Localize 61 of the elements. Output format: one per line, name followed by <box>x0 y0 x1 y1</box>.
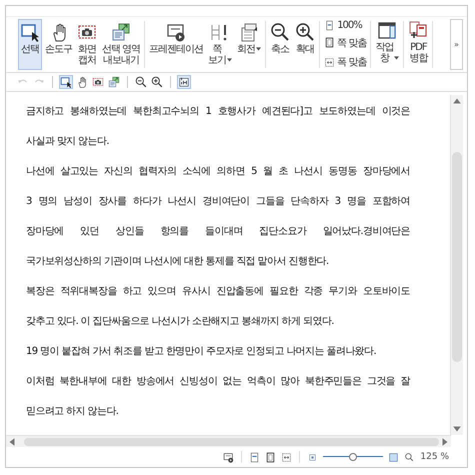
text-line: 금지하고 봉쇄하였는데 북한최고수뇌의 1 호행사가 예견된다]고 보도하였는데 이것은 <box>26 105 410 119</box>
zoom-max-icon[interactable] <box>388 452 400 462</box>
ribbon-button[interactable]: 쪽 보기 <box>206 19 234 70</box>
pdf-merge-icon <box>408 20 428 40</box>
scroll-down-icon[interactable] <box>452 424 462 434</box>
ribbon-button[interactable]: 프레젠테이션 <box>147 19 206 70</box>
scroll-up-icon[interactable] <box>452 96 462 106</box>
zoom-option[interactable]: 폭 맞춤 <box>322 55 368 70</box>
ribbon-button[interactable]: 화면 캡처 <box>75 19 99 70</box>
export-icon[interactable] <box>107 75 121 89</box>
camera-icon[interactable] <box>91 75 105 89</box>
width-icon <box>324 56 336 68</box>
ribbon-button[interactable]: PDF 병합 <box>406 17 430 72</box>
scroll-thumb[interactable] <box>24 438 439 446</box>
text-line: 이처럼 북한내부에 대한 방송에서 신빙성이 없는 억측이 많아 북한주민들은 그것을 잘 <box>26 375 410 389</box>
fit-icon[interactable] <box>177 75 191 89</box>
zoom-option[interactable]: 100% <box>322 20 368 31</box>
text-line: 갖추고 있다. 이 집단싸움으로 나선시가 소란해지고 봉쇄까지 하게 되였다. <box>26 315 335 329</box>
page-view-icon[interactable] <box>249 452 260 462</box>
text-line: 3 명의 남성이 장사를 하다가 나선시 경비여단이 그들을 단속하자 3 명을 포함하여 <box>26 195 410 209</box>
ribbon-button[interactable]: 회전 <box>235 19 264 70</box>
text-line: 장마당에 있던 상인들 항의를 들이대며 집단소요가 일어났다.경비여단은 <box>26 225 410 239</box>
zoom-in-icon[interactable] <box>150 75 164 89</box>
zoom-out-icon[interactable] <box>134 75 148 89</box>
presentation-icon[interactable] <box>223 452 234 462</box>
text-line: 국가보위성산하의 기관이며 나선시에 대한 통제를 직접 맡아서 진행한다. <box>26 255 330 269</box>
export-icon <box>111 22 132 42</box>
select-icon[interactable] <box>59 75 73 89</box>
page-icon <box>324 20 336 31</box>
zoom-level: 125 % <box>420 452 449 462</box>
scroll-left-icon[interactable] <box>7 436 17 446</box>
search-icon <box>404 452 416 462</box>
zoom-out-icon <box>270 22 290 42</box>
zoom-option[interactable]: 쪽 맞춤 <box>322 36 368 50</box>
page-icon <box>324 37 336 48</box>
text-line: 복장은 적위대복장을 하고 있으며 유사시 진압출동에 필요한 각종 무기와 오토바이도 <box>26 285 410 299</box>
more-button[interactable]: » <box>450 19 463 70</box>
ribbon-button[interactable]: 선택 영역 내보내기 <box>100 19 142 70</box>
select-icon <box>20 22 40 42</box>
ribbon-button[interactable]: 작업 창 <box>373 17 402 72</box>
text-line: 사실과 맞지 않는다. <box>26 135 110 149</box>
ribbon-button[interactable]: 확대 <box>293 19 318 70</box>
horizontal-scrollbar[interactable] <box>6 435 451 447</box>
zoom-slider[interactable] <box>323 452 384 462</box>
presentation-icon <box>166 22 186 42</box>
text-line: 나선에 살고있는 자신의 협력자의 소식에 의하면 5 월 초 나선시 동명동 장마당에서 <box>26 165 410 179</box>
ribbon-button[interactable]: 선택 <box>18 19 42 70</box>
scroll-right-icon[interactable] <box>440 436 450 446</box>
ribbon-button[interactable]: 손도구 <box>43 19 74 70</box>
rotate-icon <box>239 22 260 42</box>
slider-thumb[interactable] <box>349 453 358 461</box>
width-icon[interactable] <box>281 452 292 462</box>
zoom-in-icon <box>295 22 316 42</box>
scroll-thumb[interactable] <box>452 152 462 362</box>
page-icon[interactable] <box>265 452 276 462</box>
pane-icon <box>377 20 398 40</box>
vertical-scrollbar[interactable] <box>450 95 463 435</box>
zoom-min-icon[interactable] <box>307 452 318 462</box>
text-line: 믿으려고 하지 않는다. <box>26 405 120 419</box>
ribbon-button[interactable]: 축소 <box>268 19 292 70</box>
text-line: 19 명이 붙잡혀 가서 취조를 받고 한명만이 주모자로 인정되고 나머지는 풀려나왔다. <box>26 345 378 359</box>
